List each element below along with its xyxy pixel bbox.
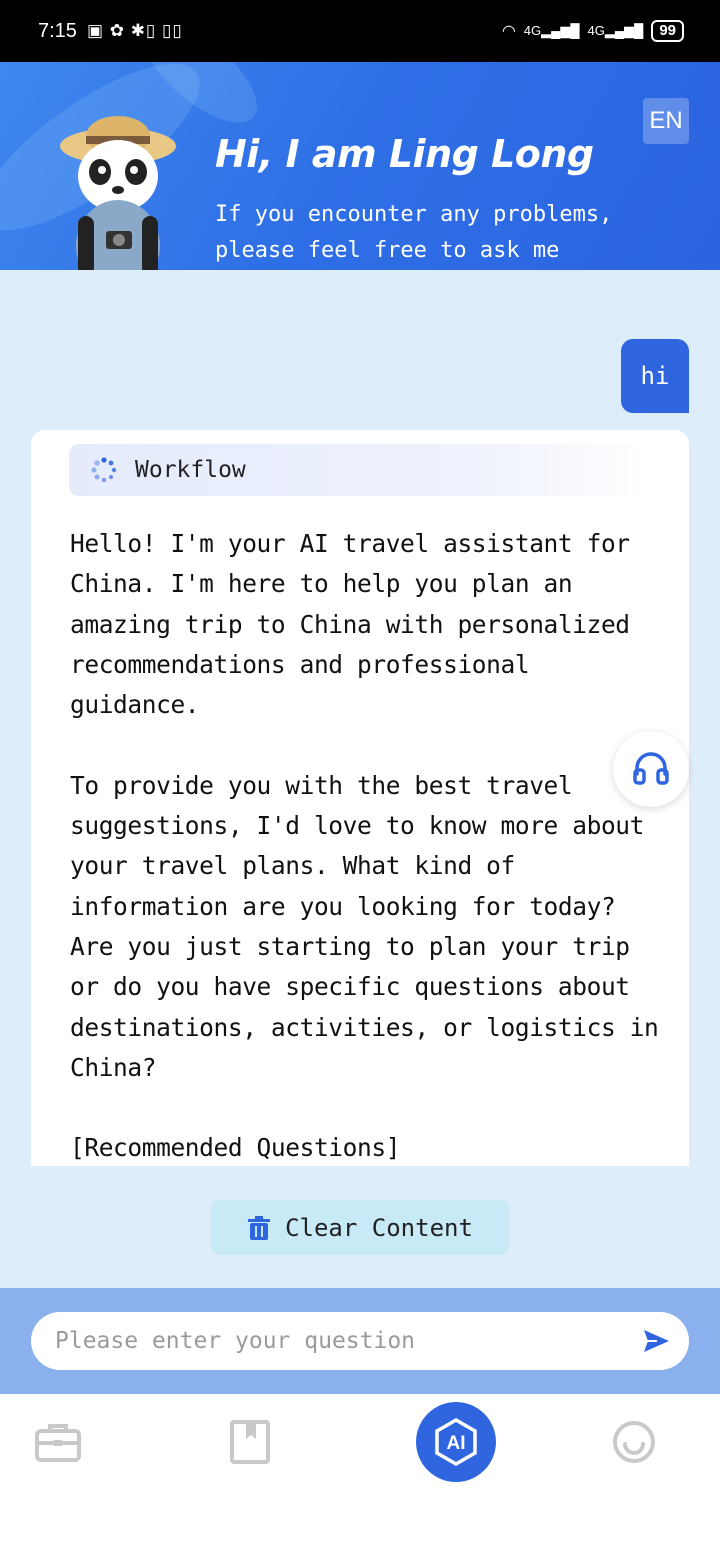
status-bar: 7:15 ▣ ✿ ✱▯ ▯▯ ◠ 4G▂▄▆█ 4G▂▄▆█ 99: [0, 0, 720, 62]
notification-icons: ▣ ✿ ✱▯ ▯▯: [86, 21, 183, 40]
briefcase-icon: [35, 1424, 81, 1462]
headset-icon: [633, 752, 669, 785]
tab-itinerary[interactable]: [28, 1412, 88, 1472]
smile-icon: [613, 1421, 655, 1463]
tab-guide[interactable]: [220, 1412, 280, 1472]
workflow-label: Workflow: [135, 457, 246, 483]
loading-spinner-icon: [91, 457, 117, 483]
workflow-status[interactable]: Workflow: [69, 444, 649, 496]
clear-content-label: Clear Content: [285, 1213, 473, 1242]
tab-profile[interactable]: [604, 1412, 664, 1472]
greeting-subtitle: If you encounter any problems, please fe…: [215, 202, 613, 263]
signal-icon: 4G▂▄▆█: [523, 23, 580, 38]
status-right: ◠ 4G▂▄▆█ 4G▂▄▆█ 99: [502, 20, 684, 42]
input-bar: [0, 1288, 720, 1394]
tab-ai-assistant[interactable]: AI: [416, 1402, 496, 1482]
status-time: 7:15: [38, 19, 77, 42]
language-button[interactable]: EN: [643, 98, 689, 144]
assistant-reply-text: Hello! I'm your AI travel assistant for …: [70, 529, 659, 1163]
assistant-reply-card: Workflow Hello! I'm your AI travel assis…: [31, 430, 689, 1166]
svg-text:AI: AI: [447, 1433, 466, 1454]
customer-support-button[interactable]: [613, 731, 689, 807]
clear-content-button[interactable]: Clear Content: [211, 1200, 509, 1255]
bookmark-icon: [230, 1420, 270, 1464]
header-wave-divider: [0, 278, 720, 342]
question-input-container: [31, 1312, 689, 1370]
battery-icon: 99: [651, 20, 684, 42]
bottom-tab-bar: AI: [0, 1394, 720, 1554]
trash-icon: [248, 1215, 271, 1240]
greeting-title: Hi, I am Ling Long: [215, 132, 594, 176]
question-input[interactable]: [55, 1328, 615, 1354]
send-icon[interactable]: [641, 1326, 671, 1356]
wifi-icon: ◠: [501, 23, 516, 40]
signal-icon-2: 4G▂▄▆█: [587, 23, 644, 38]
ai-icon: AI: [435, 1417, 477, 1467]
user-message-bubble: hi: [621, 339, 689, 413]
status-left: 7:15 ▣ ✿ ✱▯ ▯▯: [38, 20, 183, 43]
